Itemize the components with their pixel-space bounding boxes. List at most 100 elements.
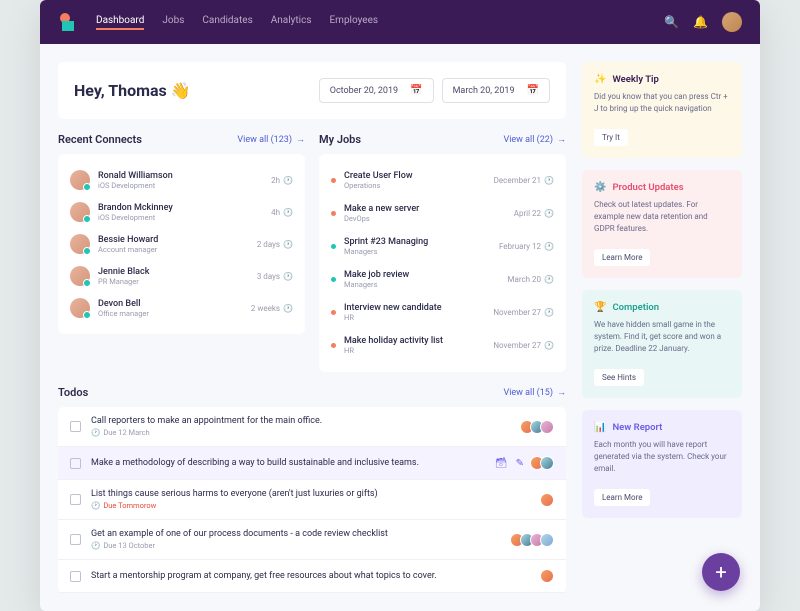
jobs-header: My Jobs View all (22)→	[319, 133, 566, 146]
todo-checkbox[interactable]	[70, 534, 81, 545]
avatar	[540, 456, 554, 470]
tip-button[interactable]: See Hints	[594, 369, 644, 386]
user-avatar[interactable]	[722, 12, 742, 32]
job-date: November 27 🕐	[493, 308, 554, 317]
tip-icon: ✨	[594, 74, 606, 85]
tip-button[interactable]: Learn More	[594, 489, 650, 506]
todo-avatars	[514, 533, 554, 547]
job-date: April 22 🕐	[514, 209, 554, 218]
job-dept: HR	[344, 346, 485, 355]
clock-icon: 🕐	[283, 208, 293, 217]
search-icon[interactable]: 🔍	[664, 15, 679, 29]
job-info: Interview new candidate HR	[344, 303, 485, 322]
connect-row[interactable]: Jennie Black PR Manager 3 days 🕐	[70, 260, 293, 292]
view-all-jobs[interactable]: View all (22)→	[503, 134, 566, 145]
todo-avatars	[524, 420, 554, 434]
tip-head: ✨ Weekly Tip	[594, 74, 730, 85]
connect-row[interactable]: Bessie Howard Account manager 2 days 🕐	[70, 228, 293, 260]
job-row[interactable]: Create User Flow Operations December 21 …	[331, 164, 554, 197]
connect-time: 2h 🕐	[271, 176, 293, 185]
todo-checkbox[interactable]	[70, 571, 81, 582]
top-nav: Dashboard Jobs Candidates Analytics Employee…	[40, 0, 760, 44]
tip-head: 📊 New Report	[594, 422, 730, 433]
date-picker-end[interactable]: March 20, 2019 📅	[442, 78, 550, 103]
edit-icon[interactable]: ✎	[516, 458, 524, 469]
todo-actions: 🗃✎	[495, 458, 524, 469]
job-name: Create User Flow	[344, 171, 486, 181]
avatar	[70, 170, 90, 190]
todo-row[interactable]: List things cause serious harms to every…	[58, 480, 566, 520]
connect-row[interactable]: Devon Bell Office manager 2 weeks 🕐	[70, 292, 293, 324]
tip-card: 🏆 Competion We have hidden small game in…	[582, 290, 742, 398]
job-name: Make holiday activity list	[344, 336, 485, 346]
bell-icon[interactable]: 🔔	[693, 15, 708, 29]
job-info: Make a new server DevOps	[344, 204, 506, 223]
connect-row[interactable]: Ronald Williamson iOS Development 2h 🕐	[70, 164, 293, 196]
nav-item-analytics[interactable]: Analytics	[271, 15, 312, 30]
jobs-card: Create User Flow Operations December 21 …	[319, 154, 566, 372]
clock-icon: 🕐	[544, 275, 554, 284]
connects-column: Recent Connects View all (123)→ Ronald W…	[58, 133, 305, 372]
job-name: Interview new candidate	[344, 303, 485, 313]
connect-role: iOS Development	[98, 181, 263, 190]
hero-card: Hey, Thomas 👋 October 20, 2019 📅 March 2…	[58, 62, 566, 119]
todo-checkbox[interactable]	[70, 421, 81, 432]
job-name: Sprint #23 Managing	[344, 237, 491, 247]
todo-title: List things cause serious harms to every…	[91, 489, 534, 499]
jobs-column: My Jobs View all (22)→ Create User Flow …	[319, 133, 566, 372]
todo-row[interactable]: Call reporters to make an appointment fo…	[58, 407, 566, 447]
job-dept: Managers	[344, 280, 499, 289]
view-all-connects[interactable]: View all (123)→	[237, 134, 305, 145]
todo-row[interactable]: Get an example of one of our process doc…	[58, 520, 566, 560]
tip-button[interactable]: Learn More	[594, 249, 650, 266]
job-row[interactable]: Sprint #23 Managing Managers February 12…	[331, 230, 554, 263]
tip-card: ✨ Weekly Tip Did you know that you can p…	[582, 62, 742, 158]
tip-icon: 🏆	[594, 302, 606, 313]
job-row[interactable]: Make job review Managers March 20 🕐	[331, 263, 554, 296]
tips-column: ✨ Weekly Tip Did you know that you can p…	[582, 62, 742, 593]
tip-head: 🏆 Competion	[594, 302, 730, 313]
job-row[interactable]: Make holiday activity list HR November 2…	[331, 329, 554, 362]
connect-time: 3 days 🕐	[257, 272, 293, 281]
nav-item-employees[interactable]: Employees	[329, 15, 378, 30]
archive-icon[interactable]: 🗃	[495, 458, 508, 469]
connect-name: Bessie Howard	[98, 235, 249, 245]
job-row[interactable]: Make a new server DevOps April 22 🕐	[331, 197, 554, 230]
connect-time: 2 days 🕐	[257, 240, 293, 249]
todo-row[interactable]: Start a mentorship program at company, g…	[58, 560, 566, 593]
connect-row[interactable]: Brandon Mckinney iOS Development 4h 🕐	[70, 196, 293, 228]
nav-right: 🔍 🔔	[664, 12, 742, 32]
clock-icon: 🕐	[91, 501, 100, 510]
tip-button[interactable]: Try It	[594, 129, 628, 146]
todo-checkbox[interactable]	[70, 458, 81, 469]
todo-checkbox[interactable]	[70, 494, 81, 505]
avatar	[540, 420, 554, 434]
nav-item-dashboard[interactable]: Dashboard	[96, 15, 144, 30]
tip-body: Each month you will have report generate…	[594, 439, 730, 475]
connect-role: Office manager	[98, 309, 243, 318]
todo-row[interactable]: Make a methodology of describing a way t…	[58, 447, 566, 480]
left-column: Hey, Thomas 👋 October 20, 2019 📅 March 2…	[58, 62, 566, 593]
connect-time: 2 weeks 🕐	[251, 304, 293, 313]
avatar	[540, 569, 554, 583]
nav-item-jobs[interactable]: Jobs	[162, 15, 184, 30]
avatar	[540, 493, 554, 507]
arrow-right-icon: →	[296, 134, 305, 145]
tip-card: ⚙️ Product Updates Check out latest upda…	[582, 170, 742, 278]
todo-due: 🕐 Due 13 October	[91, 541, 504, 550]
fab-add-button[interactable]: +	[702, 553, 740, 591]
nav-items: Dashboard Jobs Candidates Analytics Employee…	[96, 15, 664, 30]
tip-body: Did you know that you can press Ctr + J …	[594, 91, 730, 115]
job-date: December 21 🕐	[494, 176, 554, 185]
tip-title: Competion	[612, 302, 659, 313]
job-dept: Managers	[344, 247, 491, 256]
avatar	[70, 266, 90, 286]
todo-avatars	[544, 493, 554, 507]
date-picker-start[interactable]: October 20, 2019 📅	[319, 78, 434, 103]
tip-title: Weekly Tip	[612, 74, 658, 85]
view-all-todos[interactable]: View all (15)→	[503, 387, 566, 398]
nav-item-candidates[interactable]: Candidates	[202, 15, 252, 30]
todo-avatars	[534, 456, 554, 470]
todo-due: 🕐 Due 12 March	[91, 428, 514, 437]
job-row[interactable]: Interview new candidate HR November 27 🕐	[331, 296, 554, 329]
